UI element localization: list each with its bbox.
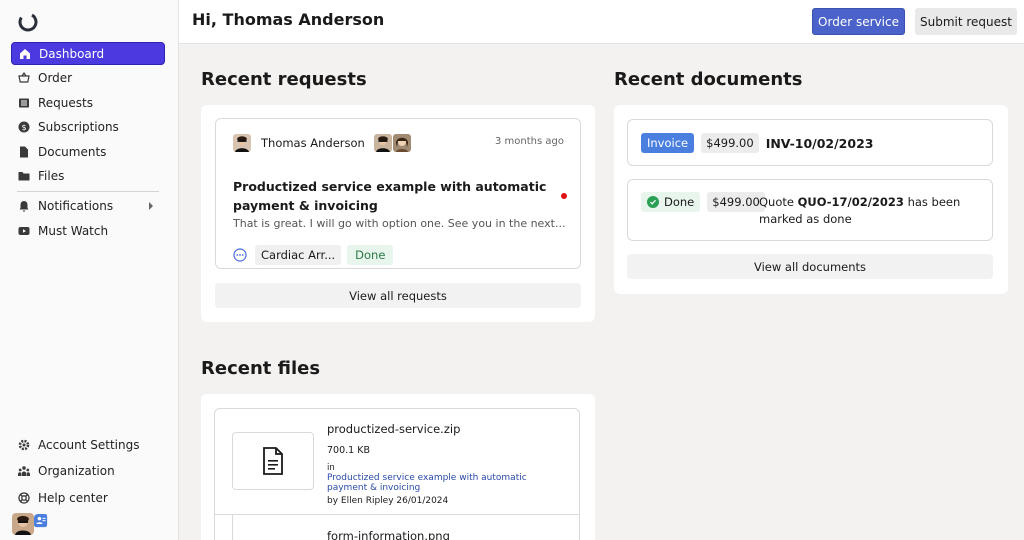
avatar [374, 134, 392, 152]
sidebar-item-label: Documents [38, 144, 107, 159]
gear-icon [18, 439, 30, 451]
file-uploader: by Ellen Ripley 26/01/2024 [327, 496, 449, 506]
document-text: has been [907, 195, 961, 209]
document-type-badge: Invoice [641, 133, 695, 153]
svg-text:$: $ [21, 123, 26, 132]
folder-icon [18, 170, 30, 182]
view-all-requests-button[interactable]: View all requests [215, 283, 581, 308]
bell-icon [18, 200, 30, 213]
top-bar: Hi, Thomas Anderson Order service Submit… [179, 0, 1024, 44]
chevron-right-icon[interactable] [149, 202, 153, 211]
sidebar-item-files[interactable]: Files [11, 165, 165, 188]
document-icon [18, 146, 30, 158]
sidebar-item-help-center[interactable]: Help center [11, 485, 165, 510]
sidebar-item-label: Help center [38, 490, 108, 505]
submit-request-button[interactable]: Submit request [915, 8, 1017, 35]
unread-indicator [561, 193, 567, 199]
document-number: QUO-17/02/2023 [797, 195, 904, 209]
status-badge: Done [641, 192, 701, 212]
people-icon [18, 465, 30, 477]
page-title: Hi, Thomas Anderson [192, 10, 385, 29]
sidebar-item-label: Dashboard [39, 46, 105, 61]
sidebar-item-dashboard[interactable]: Dashboard [11, 42, 165, 65]
sidebar-item-label: Order [38, 71, 73, 86]
sidebar-item-label: Notifications [38, 199, 114, 214]
sidebar-item-order[interactable]: Order [11, 67, 165, 90]
request-title[interactable]: Productized service example with automat… [233, 177, 553, 215]
sidebar-item-requests[interactable]: Requests [11, 91, 165, 114]
sidebar-nav: Dashboard Order Requests $ Subscriptions… [11, 42, 165, 244]
logo-icon[interactable] [17, 11, 39, 33]
dollar-icon: $ [18, 121, 30, 133]
video-icon [18, 225, 30, 237]
file-name[interactable]: productized-service.zip [327, 422, 460, 436]
document-text: marked as done [759, 212, 852, 226]
recent-documents-heading: Recent documents [614, 69, 803, 90]
sidebar-divider [17, 190, 159, 192]
recent-files-panel: productized-service.zip 700.1 KB in Prod… [201, 394, 595, 540]
sidebar-item-organization[interactable]: Organization [11, 459, 165, 484]
status-badge-label: Done [664, 195, 695, 209]
file-size: 700.1 KB [327, 445, 370, 456]
request-author-name: Thomas Anderson [261, 136, 365, 150]
document-number: INV-10/02/2023 [765, 135, 874, 151]
document-card[interactable]: Done $499.00 Quote QUO-17/02/2023 has be… [627, 179, 993, 241]
file-thumbnail[interactable] [232, 514, 314, 540]
sidebar-item-documents[interactable]: Documents [11, 140, 165, 163]
sidebar-item-must-watch[interactable]: Must Watch [11, 220, 165, 243]
document-row: Done $499.00 [641, 192, 765, 212]
check-icon [647, 196, 659, 208]
sidebar-item-label: Account Settings [38, 437, 140, 452]
request-card[interactable]: Thomas Anderson 3 months ago Productized… [215, 118, 581, 269]
file-icon [263, 447, 283, 475]
avatar [233, 134, 251, 152]
avatar[interactable] [12, 513, 34, 535]
document-price: $499.00 [701, 133, 759, 153]
sidebar-item-label: Requests [38, 95, 93, 110]
basket-icon [18, 72, 30, 84]
request-timestamp: 3 months ago [495, 136, 564, 147]
sidebar-item-label: Subscriptions [38, 120, 119, 135]
document-text: Quote [759, 195, 794, 209]
file-name[interactable]: form-information.png [327, 529, 450, 540]
sidebar-item-account-settings[interactable]: Account Settings [11, 432, 165, 457]
file-thumbnail[interactable] [232, 432, 314, 490]
request-author: Thomas Anderson [233, 134, 365, 152]
sidebar-item-label: Must Watch [38, 224, 109, 239]
sidebar-item-label: Files [38, 169, 65, 184]
lifebuoy-icon [18, 492, 30, 504]
sidebar: Dashboard Order Requests $ Subscriptions… [0, 0, 179, 540]
sidebar-item-notifications[interactable]: Notifications [11, 195, 165, 218]
file-request-link[interactable]: Productized service example with automat… [327, 473, 547, 493]
list-icon [18, 97, 30, 109]
service-tag: Cardiac Arr... [255, 245, 342, 265]
request-tags: Cardiac Arr... Done [233, 245, 394, 265]
more-circle-icon [233, 248, 247, 262]
sidebar-bottom-nav: Account Settings Organization Help cente… [11, 432, 165, 512]
document-card[interactable]: Invoice $499.00 INV-10/02/2023 [627, 119, 993, 166]
sidebar-item-subscriptions[interactable]: $ Subscriptions [11, 116, 165, 139]
request-participants [374, 134, 412, 152]
sidebar-item-label: Organization [38, 464, 115, 479]
organization-avatar-icon[interactable] [34, 514, 51, 531]
recent-requests-panel: Thomas Anderson 3 months ago Productized… [201, 105, 595, 322]
account-switcher[interactable] [12, 513, 51, 535]
recent-documents-panel: Invoice $499.00 INV-10/02/2023 Done $499… [614, 105, 1008, 294]
document-description: Quote QUO-17/02/2023 has been marked as … [759, 194, 979, 228]
recent-files-heading: Recent files [201, 358, 321, 379]
file-context-label: in [327, 463, 335, 473]
view-all-documents-button[interactable]: View all documents [627, 254, 993, 279]
file-item[interactable]: productized-service.zip 700.1 KB in Prod… [214, 408, 580, 515]
request-snippet: That is great. I will go with option one… [233, 217, 566, 230]
recent-requests-heading: Recent requests [201, 69, 367, 90]
status-badge: Done [347, 245, 394, 265]
home-icon [19, 48, 31, 60]
file-item[interactable]: form-information.png [214, 514, 580, 540]
order-service-button[interactable]: Order service [812, 8, 905, 35]
avatar [393, 134, 411, 152]
document-row: Invoice $499.00 INV-10/02/2023 [641, 133, 873, 153]
document-price: $499.00 [707, 192, 765, 212]
